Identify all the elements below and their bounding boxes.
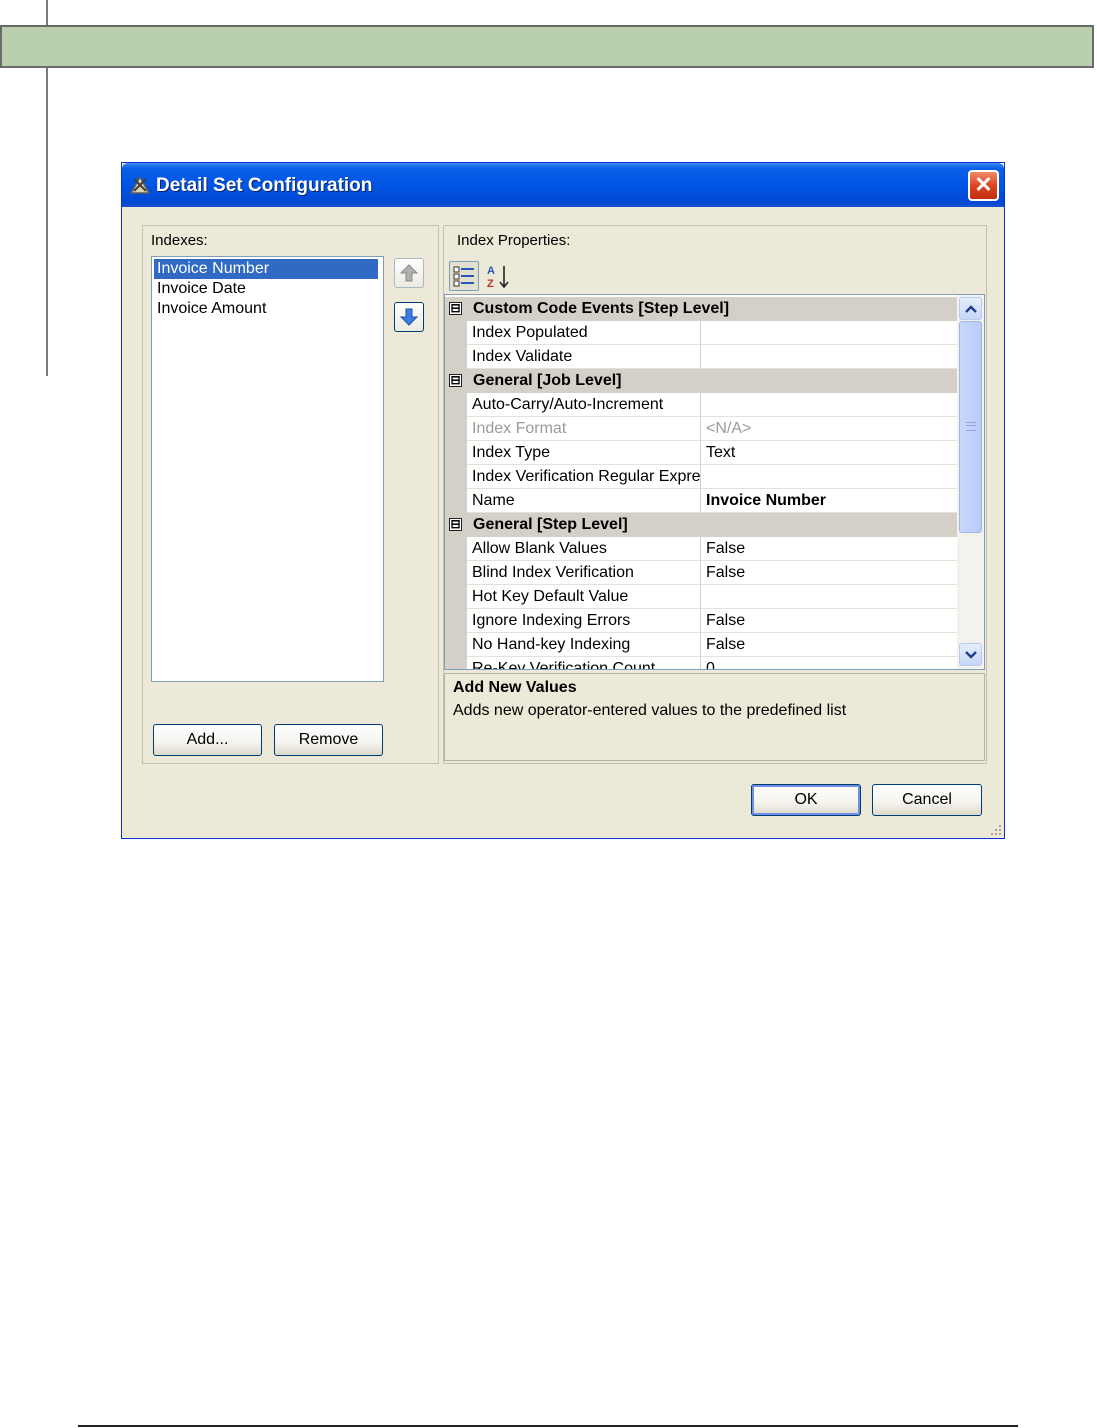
property-name: Re-Key Verification Count: [467, 657, 701, 669]
move-up-button[interactable]: [394, 258, 424, 288]
app-icon: [128, 173, 152, 197]
property-row-no-hand-key-indexing[interactable]: No Hand-key Indexing False: [445, 633, 957, 657]
collapse-icon[interactable]: ⊟: [449, 518, 462, 531]
close-icon: ✕: [974, 172, 993, 197]
move-down-button[interactable]: [394, 302, 424, 332]
arrow-down-icon: [399, 308, 419, 326]
list-item-invoice-amount[interactable]: Invoice Amount: [154, 299, 378, 319]
list-item-invoice-number[interactable]: Invoice Number: [154, 259, 378, 279]
property-name: Ignore Indexing Errors: [467, 609, 701, 633]
property-name: Blind Index Verification: [467, 561, 701, 585]
property-value[interactable]: [701, 393, 957, 417]
property-row-index-format[interactable]: Index Format <N/A>: [445, 417, 957, 441]
ok-button[interactable]: OK: [751, 784, 861, 816]
property-row-index-type[interactable]: Index Type Text: [445, 441, 957, 465]
category-label: General [Step Level]: [473, 516, 628, 533]
property-name: Index Format: [467, 417, 701, 441]
add-button[interactable]: Add...: [153, 724, 262, 756]
property-value[interactable]: [701, 585, 957, 609]
property-value[interactable]: False: [701, 561, 957, 585]
svg-text:A: A: [487, 265, 495, 277]
sort-az-icon: A Z: [487, 265, 509, 290]
property-name: Hot Key Default Value: [467, 585, 701, 609]
scroll-up-button[interactable]: [959, 297, 982, 320]
property-name: Index Populated: [467, 321, 701, 345]
index-properties-label: Index Properties:: [457, 232, 571, 249]
resize-grip-icon[interactable]: [988, 822, 1002, 836]
category-general-job-level[interactable]: ⊟ General [Job Level]: [445, 369, 957, 393]
dialog-body: Indexes: Invoice Number Invoice Date Inv…: [122, 207, 1004, 838]
list-item-invoice-date[interactable]: Invoice Date: [154, 279, 378, 299]
category-custom-code-events[interactable]: ⊟ Custom Code Events [Step Level]: [445, 297, 957, 321]
indexes-listbox[interactable]: Invoice Number Invoice Date Invoice Amou…: [151, 256, 384, 682]
category-general-step-level[interactable]: ⊟ General [Step Level]: [445, 513, 957, 537]
dialog-title: Detail Set Configuration: [156, 175, 373, 196]
page-footer-rule: [78, 1425, 1018, 1427]
property-name: Name: [467, 489, 701, 513]
property-grid-scrollbar[interactable]: [957, 295, 984, 669]
chevron-up-icon: [965, 305, 977, 313]
property-value[interactable]: [701, 321, 957, 345]
property-row-re-key-verification-count[interactable]: Re-Key Verification Count 0: [445, 657, 957, 669]
alphabetical-sort-button[interactable]: A Z: [484, 261, 514, 291]
property-name: Index Validate: [467, 345, 701, 369]
property-value[interactable]: [701, 465, 957, 489]
scroll-down-button[interactable]: [959, 643, 982, 666]
property-row-index-verification-regex[interactable]: Index Verification Regular Expre: [445, 465, 957, 489]
property-value[interactable]: 0: [701, 657, 957, 669]
remove-button[interactable]: Remove: [274, 724, 383, 756]
property-name: Allow Blank Values: [467, 537, 701, 561]
property-value[interactable]: False: [701, 633, 957, 657]
property-row-index-populated[interactable]: Index Populated: [445, 321, 957, 345]
description-title: Add New Values: [453, 679, 577, 696]
property-row-hot-key-default-value[interactable]: Hot Key Default Value: [445, 585, 957, 609]
property-value: <N/A>: [701, 417, 957, 441]
property-row-index-validate[interactable]: Index Validate: [445, 345, 957, 369]
property-name: Index Verification Regular Expre: [467, 465, 701, 489]
property-value[interactable]: False: [701, 609, 957, 633]
property-value[interactable]: False: [701, 537, 957, 561]
property-row-name[interactable]: Name Invoice Number: [445, 489, 957, 513]
property-name: Auto-Carry/Auto-Increment: [467, 393, 701, 417]
svg-text:Z: Z: [487, 278, 494, 290]
category-label: Custom Code Events [Step Level]: [473, 300, 730, 317]
page-header-band: [0, 25, 1094, 68]
detail-set-configuration-dialog: Detail Set Configuration ✕ Indexes: Invo…: [121, 162, 1005, 839]
categorized-view-icon: [453, 266, 474, 287]
property-row-ignore-indexing-errors[interactable]: Ignore Indexing Errors False: [445, 609, 957, 633]
property-row-allow-blank-values[interactable]: Allow Blank Values False: [445, 537, 957, 561]
category-label: General [Job Level]: [473, 372, 622, 389]
description-pane: Add New Values Adds new operator-entered…: [444, 673, 985, 761]
scroll-thumb[interactable]: [959, 321, 982, 533]
property-name: Index Type: [467, 441, 701, 465]
arrow-up-icon: [399, 264, 419, 282]
description-text: Adds new operator-entered values to the …: [453, 702, 847, 719]
property-value[interactable]: Invoice Number: [701, 489, 957, 513]
cancel-button[interactable]: Cancel: [872, 784, 982, 816]
property-value[interactable]: [701, 345, 957, 369]
collapse-icon[interactable]: ⊟: [449, 302, 462, 315]
collapse-icon[interactable]: ⊟: [449, 374, 462, 387]
property-name: No Hand-key Indexing: [467, 633, 701, 657]
indexes-label: Indexes:: [151, 232, 208, 249]
categorized-view-button[interactable]: [449, 261, 479, 291]
close-button[interactable]: ✕: [968, 170, 999, 201]
chevron-down-icon: [965, 651, 977, 659]
property-grid[interactable]: ⊟ Custom Code Events [Step Level] Index …: [444, 294, 985, 670]
property-row-blind-index-verification[interactable]: Blind Index Verification False: [445, 561, 957, 585]
property-row-auto-carry[interactable]: Auto-Carry/Auto-Increment: [445, 393, 957, 417]
property-value[interactable]: Text: [701, 441, 957, 465]
title-bar[interactable]: Detail Set Configuration ✕: [122, 163, 1004, 207]
